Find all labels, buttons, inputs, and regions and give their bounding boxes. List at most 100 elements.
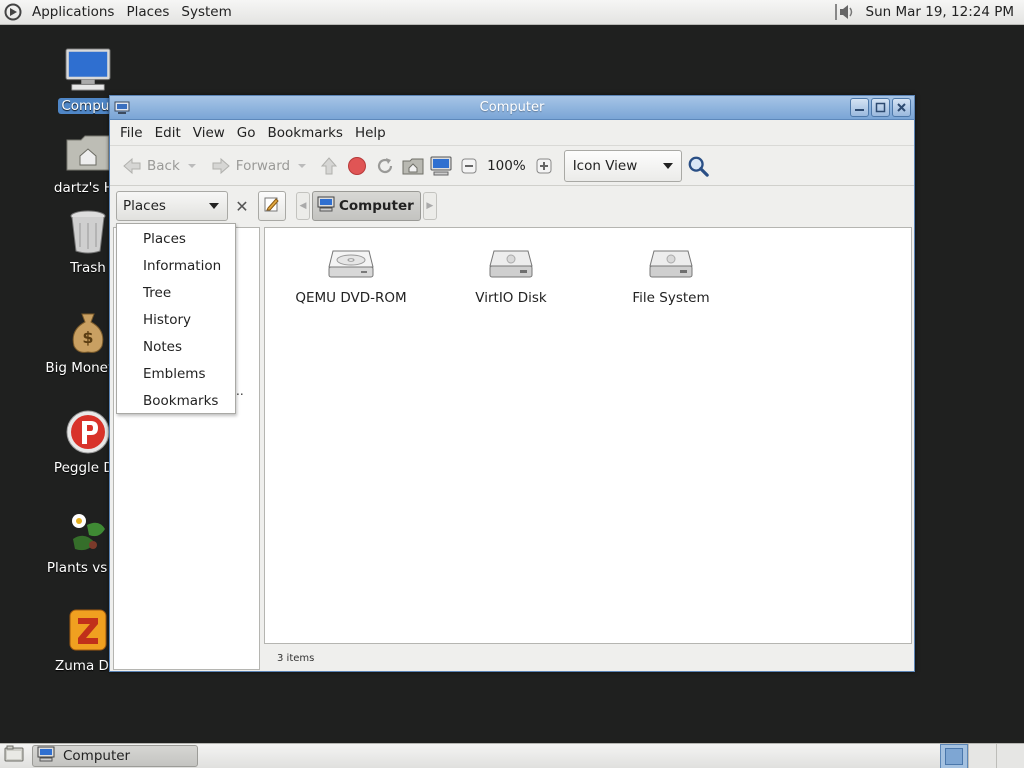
workspace-1[interactable] <box>940 744 968 768</box>
side-pane-dropdown: Places Information Tree History Notes Em… <box>116 223 236 414</box>
plants-icon <box>64 508 112 556</box>
window-title: Computer <box>479 100 545 115</box>
volume-icon[interactable] <box>830 0 860 25</box>
menu-help[interactable]: Help <box>349 125 392 141</box>
optical-drive-icon <box>327 244 375 284</box>
edit-icon <box>264 196 280 216</box>
window-titlebar[interactable]: Computer <box>110 96 914 120</box>
dropdown-item-tree[interactable]: Tree <box>117 280 235 307</box>
dropdown-item-history[interactable]: History <box>117 307 235 334</box>
close-icon: ✕ <box>235 196 249 216</box>
side-pane-value: Places <box>123 198 166 214</box>
file-item-label: File System <box>632 290 710 306</box>
svg-text:$: $ <box>82 328 93 347</box>
distro-logo-icon[interactable] <box>0 0 26 25</box>
taskbar-item-computer[interactable]: Computer <box>32 745 198 767</box>
location-bar: Places ✕ ◀ Computer ▶ <box>110 186 914 226</box>
menu-places[interactable]: Places <box>120 4 175 20</box>
file-item-virtio-disk[interactable]: VirtIO Disk <box>431 244 591 306</box>
side-pane-select[interactable]: Places <box>116 191 228 221</box>
crumb-scroll-left-button[interactable]: ◀ <box>296 192 310 220</box>
chevron-down-icon[interactable] <box>294 155 310 177</box>
peggle-icon <box>64 408 112 456</box>
reload-button[interactable] <box>371 151 399 181</box>
desktop-icon-label: Trash <box>70 260 106 276</box>
file-item-file-system[interactable]: File System <box>591 244 751 306</box>
taskbar-item-label: Computer <box>63 748 131 764</box>
dropdown-item-notes[interactable]: Notes <box>117 334 235 361</box>
dropdown-item-information[interactable]: Information <box>117 253 235 280</box>
search-icon <box>687 155 709 177</box>
close-side-pane-button[interactable]: ✕ <box>228 197 256 216</box>
back-button[interactable]: Back <box>116 151 205 181</box>
menu-file[interactable]: File <box>114 125 149 141</box>
menu-view[interactable]: View <box>187 125 231 141</box>
zoom-out-button[interactable] <box>455 151 483 181</box>
file-item-qemu-dvd[interactable]: QEMU DVD-ROM <box>271 244 431 306</box>
workspace-switcher <box>940 744 1024 768</box>
panel-clock[interactable]: Sun Mar 19, 12:24 PM <box>860 4 1024 20</box>
back-label: Back <box>147 157 180 174</box>
menu-applications[interactable]: Applications <box>26 4 120 20</box>
chevron-left-icon: ◀ <box>299 201 307 211</box>
trash-icon <box>64 208 112 256</box>
computer-button[interactable] <box>427 151 455 181</box>
hard-disk-icon <box>487 244 535 284</box>
home-button[interactable] <box>399 151 427 181</box>
computer-icon[interactable] <box>110 97 134 119</box>
workspace-2[interactable] <box>968 744 996 768</box>
arrow-right-icon <box>210 155 232 177</box>
file-item-label: VirtIO Disk <box>475 290 547 306</box>
toolbar: Back Forward 100% Icon View <box>110 146 914 186</box>
forward-button[interactable]: Forward <box>205 151 315 181</box>
arrow-up-icon <box>318 155 340 177</box>
crumb-scroll-right-button[interactable]: ▶ <box>422 192 437 220</box>
maximize-button[interactable] <box>871 98 890 117</box>
chevron-down-icon <box>662 162 673 169</box>
breadcrumb-computer[interactable]: Computer <box>312 191 421 221</box>
breadcrumb-label: Computer <box>339 198 414 214</box>
bottom-panel: Computer <box>0 743 1024 768</box>
view-mode-value: Icon View <box>572 157 638 174</box>
show-desktop-icon <box>4 745 24 767</box>
menu-edit[interactable]: Edit <box>149 125 187 141</box>
stop-button[interactable] <box>343 151 371 181</box>
money-bag-icon: $ <box>64 308 112 356</box>
up-button[interactable] <box>315 151 343 181</box>
dropdown-item-emblems[interactable]: Emblems <box>117 361 235 388</box>
menu-go[interactable]: Go <box>231 125 262 141</box>
minimize-button[interactable] <box>850 98 869 117</box>
workspace-3[interactable] <box>996 744 1024 768</box>
view-mode-select[interactable]: Icon View <box>563 149 682 182</box>
zoom-in-icon <box>533 155 555 177</box>
zoom-level[interactable]: 100% <box>483 158 530 174</box>
dropdown-item-places[interactable]: Places <box>117 226 235 253</box>
search-button[interactable] <box>682 151 714 181</box>
computer-icon <box>317 196 335 216</box>
zoom-in-button[interactable] <box>530 151 558 181</box>
forward-label: Forward <box>235 157 291 174</box>
side-pane-truncated-text: .. <box>236 384 244 398</box>
menu-bookmarks[interactable]: Bookmarks <box>262 125 349 141</box>
computer-icon <box>37 746 55 766</box>
file-item-label: QEMU DVD-ROM <box>295 290 407 306</box>
menubar: File Edit View Go Bookmarks Help <box>110 120 914 146</box>
icon-view[interactable]: QEMU DVD-ROM VirtIO Disk File System <box>264 227 912 644</box>
top-panel: Applications Places System Sun Mar 19, 1… <box>0 0 1024 25</box>
status-bar: 3 items <box>264 646 912 670</box>
toggle-location-entry-button[interactable] <box>258 191 286 221</box>
hard-disk-icon <box>647 244 695 284</box>
show-desktop-button[interactable] <box>0 744 28 768</box>
home-folder-icon <box>64 128 112 176</box>
chevron-down-icon[interactable] <box>184 155 200 177</box>
zuma-icon <box>64 606 112 654</box>
dropdown-item-bookmarks[interactable]: Bookmarks <box>117 388 235 415</box>
computer-icon <box>430 155 452 177</box>
stop-icon <box>346 155 368 177</box>
computer-icon <box>64 46 112 94</box>
menu-system[interactable]: System <box>175 4 237 20</box>
arrow-left-icon <box>121 155 143 177</box>
close-button[interactable] <box>892 98 911 117</box>
home-folder-icon <box>402 155 424 177</box>
chevron-down-icon <box>209 203 219 209</box>
